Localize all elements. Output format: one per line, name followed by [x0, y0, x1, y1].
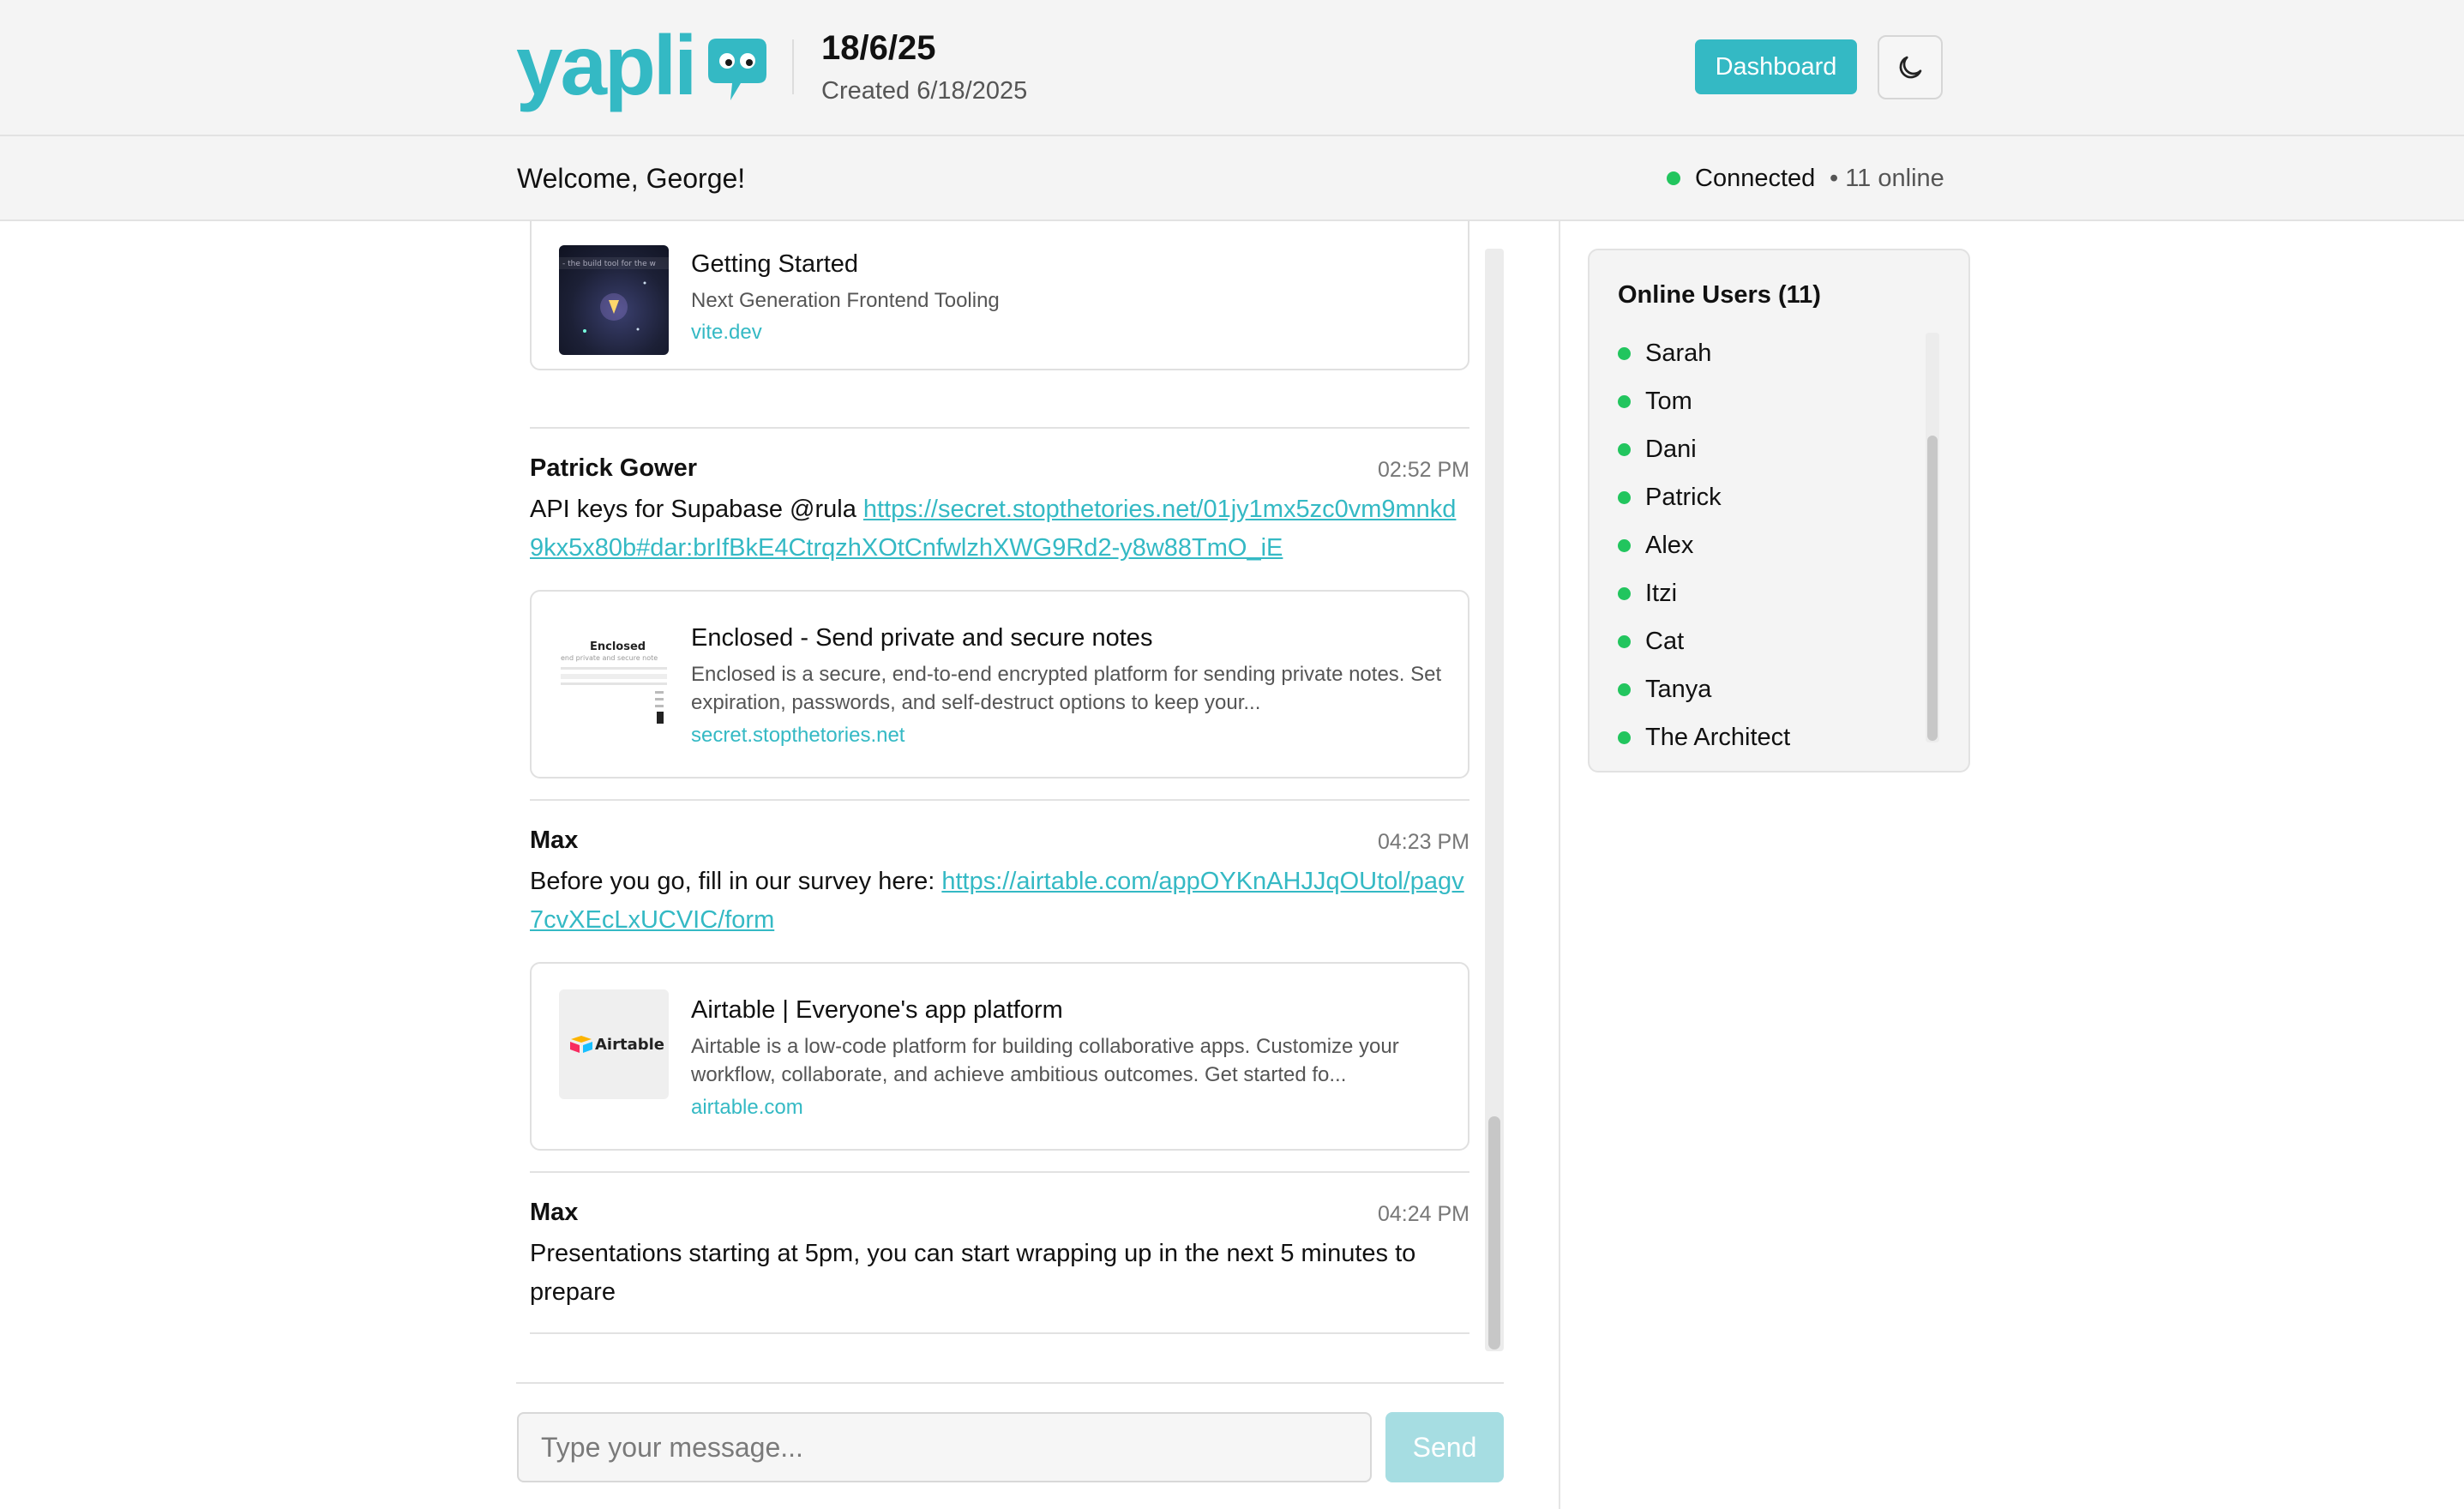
online-users-title: Online Users (11) — [1618, 281, 1821, 309]
user-name: Sarah — [1645, 339, 1712, 367]
message-input[interactable] — [517, 1412, 1372, 1482]
user-item: Tanya — [1618, 665, 1926, 713]
welcome-text: Welcome, George! — [517, 163, 746, 194]
sidebar-divider — [1559, 221, 1560, 1509]
link-preview-domain[interactable]: vite.dev — [691, 321, 762, 345]
users-scrollbar-thumb[interactable] — [1927, 436, 1938, 741]
user-name: Alex — [1645, 531, 1694, 559]
dashboard-button[interactable]: Dashboard — [1695, 39, 1857, 94]
user-name: Dani — [1645, 435, 1697, 463]
message-author: Max — [530, 827, 579, 854]
vite-thumbnail-image: - the build tool for the w — [559, 257, 669, 333]
message-divider — [530, 1332, 1469, 1334]
message-divider — [530, 427, 1469, 429]
logo-wordmark: yapli — [516, 18, 697, 112]
yapli-logo[interactable]: yapli — [516, 22, 768, 108]
user-name: Itzi — [1645, 579, 1678, 607]
airtable-thumbnail-image: Airtable — [570, 1036, 664, 1054]
message-text: Presentations starting at 5pm, you can s… — [530, 1240, 1416, 1306]
user-item: Patrick — [1618, 473, 1926, 521]
online-status-dot — [1618, 634, 1631, 648]
link-preview-card[interactable]: - the build tool for the w Getting Start… — [530, 221, 1469, 370]
moon-icon — [1899, 56, 1922, 78]
user-item: Tom — [1618, 377, 1926, 425]
user-item: Cat — [1618, 617, 1926, 665]
message-divider — [530, 799, 1469, 801]
send-button[interactable]: Send — [1385, 1412, 1504, 1482]
online-status-dot — [1618, 538, 1631, 552]
enclosed-thumbnail-image: Enclosed end private and secure note — [561, 640, 667, 724]
online-count: • 11 online — [1830, 165, 1944, 192]
user-item: Itzi — [1618, 569, 1926, 617]
composer-divider — [516, 1382, 1504, 1384]
online-status-dot — [1618, 490, 1631, 504]
app-header — [0, 0, 2464, 136]
online-status-dot — [1618, 394, 1631, 408]
connected-status-dot — [1667, 171, 1680, 185]
connection-status: Connected — [1695, 165, 1816, 192]
message-body: API keys for Supabase @rula — [530, 496, 863, 523]
online-status-dot — [1618, 346, 1631, 360]
message-timestamp: 04:24 PM — [1377, 1202, 1469, 1226]
online-users-list[interactable]: Sarah Tom Dani Patrick Alex Itzi Cat Tan… — [1618, 329, 1926, 761]
svg-text:Airtable: Airtable — [595, 1036, 664, 1054]
user-name: Patrick — [1645, 483, 1722, 511]
user-item: Sarah — [1618, 329, 1926, 377]
status-bar — [0, 136, 2464, 221]
message-body: Before you go, fill in our survey here: — [530, 868, 942, 895]
user-item: The Architect — [1618, 713, 1926, 761]
chat-scrollbar-thumb[interactable] — [1488, 1116, 1500, 1350]
room-created-date: Created 6/18/2025 — [821, 77, 1028, 105]
message-text: API keys for Supabase @rula https://secr… — [530, 490, 1469, 568]
chat-bubble-logo-icon — [708, 39, 767, 100]
link-preview-description: Enclosed is a secure, end-to-end encrypt… — [691, 663, 1442, 714]
link-preview-domain[interactable]: airtable.com — [691, 1096, 803, 1120]
link-preview-thumbnail: - the build tool for the w — [559, 245, 669, 355]
online-status-dot — [1618, 682, 1631, 696]
user-item: Dani — [1618, 425, 1926, 473]
header-divider — [792, 39, 794, 94]
message-timestamp: 02:52 PM — [1377, 458, 1469, 482]
online-users-panel: Online Users (11) Sarah Tom Dani Patrick… — [1588, 249, 1970, 773]
message-text: Before you go, fill in our survey here: … — [530, 863, 1469, 940]
link-preview-description: Next Generation Frontend Tooling — [691, 289, 1000, 312]
svg-text:end private and secure note: end private and secure note — [561, 654, 658, 662]
svg-text:- the build tool for the w: - the build tool for the w — [562, 260, 656, 268]
user-name: The Architect — [1645, 723, 1791, 751]
link-preview-description: Airtable is a low-code platform for buil… — [691, 1035, 1399, 1086]
link-preview-title[interactable]: Airtable | Everyone's app platform — [691, 996, 1063, 1025]
link-preview-title[interactable]: Enclosed - Send private and secure notes — [691, 624, 1152, 652]
user-name: Cat — [1645, 627, 1685, 655]
link-preview-thumbnail: Enclosed end private and secure note — [559, 617, 669, 727]
online-status-dot — [1618, 442, 1631, 456]
link-preview-thumbnail: Airtable — [559, 989, 669, 1099]
link-preview-title[interactable]: Getting Started — [691, 250, 858, 279]
message-author: Max — [530, 1199, 579, 1226]
online-status-dot — [1618, 730, 1631, 744]
message-timestamp: 04:23 PM — [1377, 830, 1469, 854]
message-list[interactable]: - the build tool for the w Getting Start… — [530, 221, 1469, 1355]
svg-text:Enclosed: Enclosed — [590, 640, 646, 653]
room-title: 18/6/25 — [821, 29, 936, 67]
link-preview-card[interactable]: Enclosed end private and secure note Enc… — [530, 590, 1469, 779]
online-status-dot — [1618, 586, 1631, 600]
theme-toggle-button[interactable] — [1878, 35, 1943, 99]
user-name: Tanya — [1645, 675, 1712, 703]
link-preview-card[interactable]: Airtable Airtable | Everyone's app platf… — [530, 962, 1469, 1151]
link-preview-domain[interactable]: secret.stopthetories.net — [691, 724, 904, 748]
message-author: Patrick Gower — [530, 454, 698, 482]
message-divider — [530, 1171, 1469, 1173]
user-name: Tom — [1645, 387, 1692, 415]
user-item: Alex — [1618, 521, 1926, 569]
